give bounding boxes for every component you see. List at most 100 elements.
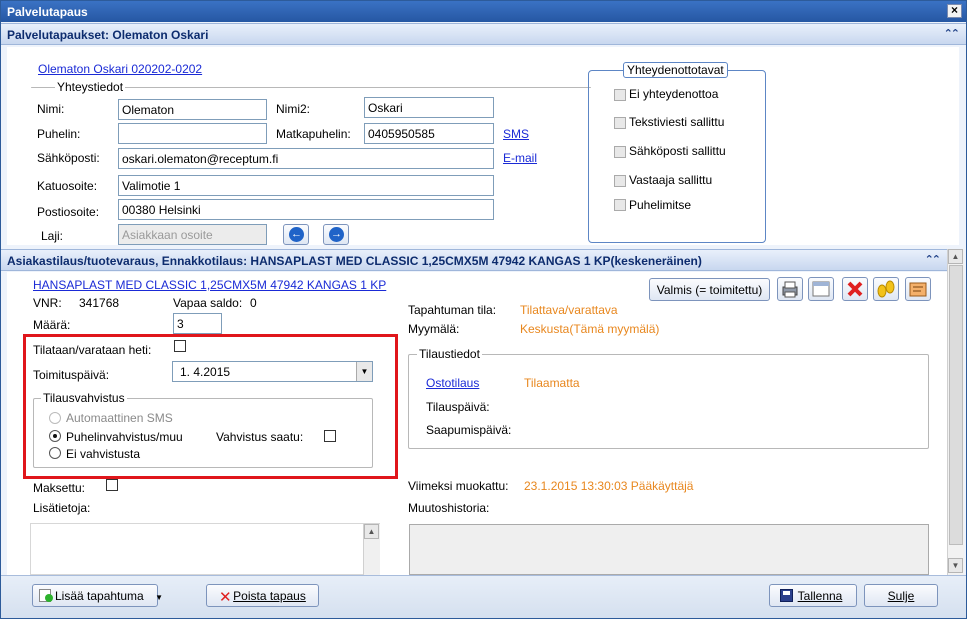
postal-label: Postiosoite: [37, 205, 100, 219]
floppy-disk-icon [780, 589, 793, 602]
order-date-label: Tilauspäivä: [426, 400, 490, 414]
phone-confirmation-label: Puhelinvahvistus/muu [66, 430, 183, 444]
address-type-field: Asiakkaan osoite [118, 224, 267, 245]
voicemail-allowed-checkbox[interactable] [614, 175, 626, 187]
history-area [409, 524, 929, 575]
footer-bar: Lisää tapahtuma ▼ ✕ Poista tapaus Tallen… [1, 575, 966, 618]
quantity-field[interactable]: 3 [173, 313, 222, 334]
last-name-label: Nimi2: [276, 102, 311, 116]
mobile-field[interactable]: 0405950585 [364, 123, 494, 144]
phone-label: Puhelin: [37, 127, 81, 141]
status-value: Tilattava/varattava [520, 303, 618, 317]
store-value: Keskusta(Tämä myymälä) [520, 322, 660, 336]
mobile-label: Matkapuhelin: [276, 127, 351, 141]
add-event-button[interactable]: Lisää tapahtuma ▼ [32, 584, 163, 607]
paid-checkbox[interactable] [106, 479, 118, 491]
done-button[interactable]: Valmis (= toimitettu) [649, 278, 770, 301]
purchase-order-status: Tilaamatta [524, 376, 580, 390]
collapse-icon[interactable]: ⌃⌃ [944, 27, 961, 40]
close-label: Sulje [887, 589, 915, 603]
notes-scrollbar[interactable]: ▲ [363, 524, 380, 575]
by-phone-label: Puhelimitse [629, 198, 692, 212]
steps-button[interactable] [873, 277, 899, 301]
main-scroll-thumb[interactable] [949, 265, 963, 545]
auto-sms-radio[interactable] [49, 412, 61, 424]
customer-link[interactable]: Olematon Oskari 020202-0202 [38, 62, 202, 76]
email-label: Sähköposti: [37, 151, 100, 165]
service-case-window: Palvelutapaus × Palvelutapaukset: Olemat… [0, 0, 967, 619]
delivery-date-label: Toimituspäivä: [33, 368, 110, 382]
sms-allowed-label: Tekstiviesti sallittu [629, 115, 725, 129]
next-address-button[interactable]: → [323, 224, 349, 245]
no-contact-label: Ei yhteydenottoa [629, 87, 719, 101]
confirmation-title: Tilausvahvistus [41, 391, 127, 405]
paid-label: Maksettu: [33, 481, 86, 495]
phone-field[interactable] [118, 123, 267, 144]
note-icon [909, 282, 927, 297]
delivery-date-value: 1. 4.2015 [180, 365, 231, 379]
auto-sms-label: Automaattinen SMS [66, 411, 173, 425]
note-button[interactable] [905, 277, 931, 301]
email-field[interactable]: oskari.olematon@receptum.fi [118, 148, 494, 169]
main-scroll-up-icon[interactable]: ▲ [948, 249, 963, 264]
first-name-label: Nimi: [37, 102, 65, 116]
order-now-checkbox[interactable] [174, 340, 186, 352]
collapse-order-icon[interactable]: ⌃⌃ [925, 253, 942, 266]
order-now-label: Tilataan/varataan heti: [33, 343, 152, 357]
vnr-label: VNR: [33, 296, 62, 310]
window-button[interactable] [808, 277, 834, 301]
first-name-field[interactable]: Olematon [118, 99, 267, 120]
close-window-icon[interactable]: × [947, 4, 962, 18]
voicemail-allowed-label: Vastaaja sallittu [629, 173, 713, 187]
save-label: Tallenna [797, 589, 843, 603]
modified-value: 23.1.2015 13:30:03 Pääkäyttäjä [524, 479, 694, 493]
confirmation-received-checkbox[interactable] [324, 430, 336, 442]
arrow-right-icon: → [329, 227, 344, 242]
vnr-value: 341768 [79, 296, 120, 310]
no-confirmation-radio[interactable] [49, 447, 61, 459]
order-header-title: Asiakastilaus/tuotevaraus, Ennakkotilaus… [7, 254, 702, 268]
history-label: Muutoshistoria: [408, 501, 490, 515]
status-label: Tapahtuman tila: [408, 303, 497, 317]
order-info-title: Tilaustiedot [417, 347, 482, 361]
previous-address-button[interactable]: ← [283, 224, 309, 245]
chevron-down-icon[interactable]: ▼ [356, 362, 372, 381]
main-scrollbar[interactable]: ▲ ▼ [947, 249, 964, 575]
last-name-field[interactable]: Oskari [364, 97, 494, 118]
by-phone-checkbox[interactable] [614, 199, 626, 211]
delete-button[interactable] [842, 277, 868, 301]
sms-allowed-checkbox[interactable] [614, 117, 626, 129]
store-label: Myymälä: [408, 322, 460, 336]
postal-field[interactable]: 00380 Helsinki [118, 199, 494, 220]
window-icon [812, 281, 830, 297]
main-scroll-down-icon[interactable]: ▼ [948, 558, 963, 573]
customer-panel: Olematon Oskari 020202-0202 Yhteystiedot… [7, 47, 959, 245]
close-button[interactable]: Sulje [864, 584, 938, 607]
modified-label: Viimeksi muokattu: [408, 479, 509, 493]
product-link[interactable]: HANSAPLAST MED CLASSIC 1,25CMX5M 47942 K… [33, 278, 386, 292]
delivery-date-select[interactable]: 1. 4.2015 ▼ [172, 361, 373, 382]
footprints-icon [877, 280, 895, 298]
print-button[interactable] [777, 277, 803, 301]
delete-case-button[interactable]: ✕ Poista tapaus [206, 584, 319, 607]
purchase-order-link[interactable]: Ostotilaus [426, 376, 479, 390]
email-link[interactable]: E-mail [503, 151, 537, 165]
quantity-label: Määrä: [33, 318, 71, 332]
phone-confirmation-radio[interactable] [49, 430, 61, 442]
red-x-icon [847, 281, 863, 297]
type-label: Laji: [41, 229, 64, 243]
contact-info-title: Yhteystiedot [55, 80, 126, 94]
save-button[interactable]: Tallenna [769, 584, 857, 607]
email-allowed-label: Sähköposti sallittu [629, 144, 726, 158]
sms-link[interactable]: SMS [503, 127, 529, 141]
notes-textarea[interactable] [30, 523, 380, 575]
no-confirmation-label: Ei vahvistusta [66, 447, 141, 461]
add-event-label: Lisää tapahtuma [55, 589, 144, 603]
no-contact-checkbox[interactable] [614, 89, 626, 101]
scroll-up-icon[interactable]: ▲ [364, 524, 379, 539]
street-field[interactable]: Valimotie 1 [118, 175, 494, 196]
dropdown-arrow-icon: ▼ [155, 593, 163, 602]
delete-x-icon: ✕ [219, 589, 232, 606]
arrival-date-label: Saapumispäivä: [426, 423, 512, 437]
email-allowed-checkbox[interactable] [614, 146, 626, 158]
